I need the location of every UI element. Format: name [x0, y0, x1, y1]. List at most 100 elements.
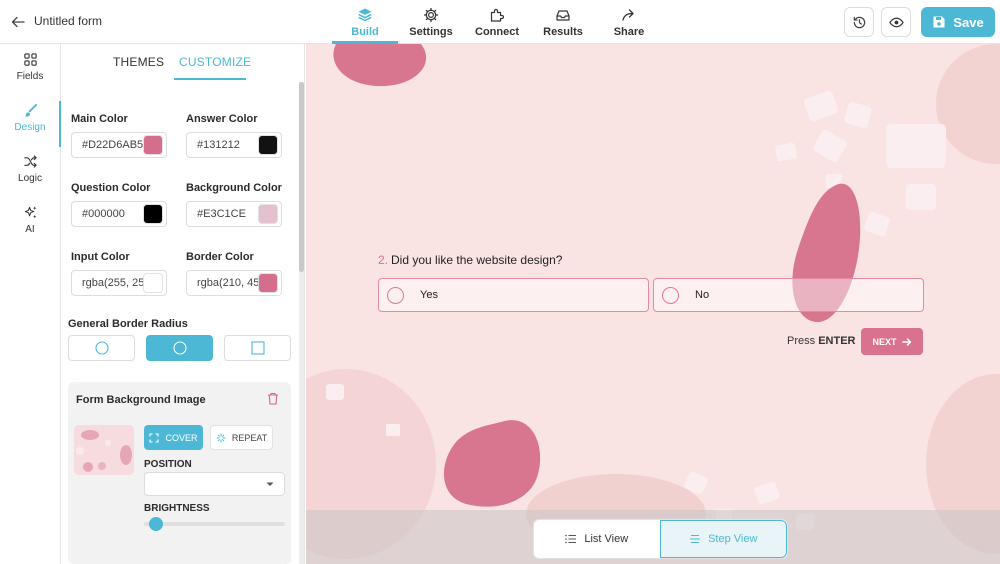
tab-build[interactable]: Build	[332, 0, 398, 44]
list-icon	[565, 534, 577, 544]
radius-option-round[interactable]	[68, 335, 135, 361]
puzzle-icon	[490, 8, 505, 22]
main-color-label: Main Color	[71, 113, 128, 125]
next-button-label: NEXT	[872, 336, 897, 347]
input-color-label: Input Color	[71, 251, 130, 263]
border-color-label: Border Color	[186, 251, 254, 263]
input-color-input[interactable]: rgba(255, 25	[71, 270, 167, 296]
eye-icon	[888, 17, 904, 27]
answer-color-input[interactable]: #131212	[186, 132, 282, 158]
panel-tabs: THEMES CUSTOMIZE	[61, 44, 304, 82]
question-color-swatch[interactable]	[143, 204, 163, 224]
press-text: Press	[787, 335, 816, 347]
brightness-slider-track[interactable]	[144, 522, 285, 526]
step-icon	[690, 534, 701, 544]
position-select[interactable]	[144, 472, 285, 496]
rail-item-ai[interactable]: AI	[0, 205, 60, 251]
press-enter-hint: Press ENTER	[787, 335, 855, 347]
question-color-input[interactable]: #000000	[71, 201, 167, 227]
trash-icon[interactable]	[267, 392, 279, 410]
left-rail: Fields Design Logic AI	[0, 44, 61, 564]
question-label: Did you like the website design?	[391, 253, 563, 267]
background-thumbnail[interactable]	[74, 425, 134, 475]
background-color-field: Background Color #E3C1CE	[186, 182, 282, 227]
brightness-label: BRIGHTNESS	[144, 503, 210, 514]
history-icon	[853, 16, 865, 28]
rail-item-logic-label: Logic	[18, 173, 42, 184]
save-button-label: Save	[953, 14, 984, 30]
radio-circle-icon	[387, 286, 404, 304]
tab-build-label: Build	[351, 26, 379, 38]
form-title[interactable]: Untitled form	[34, 14, 102, 28]
radius-option-square[interactable]	[224, 335, 291, 361]
input-color-swatch[interactable]	[143, 273, 163, 293]
active-tab-indicator	[174, 78, 246, 80]
border-radius-label: General Border Radius	[68, 318, 188, 330]
answer-color-field: Answer Color #131212	[186, 113, 282, 158]
tab-share[interactable]: Share	[596, 0, 662, 44]
next-button[interactable]: NEXT	[861, 328, 923, 355]
arrow-right-icon	[901, 337, 911, 346]
tab-settings[interactable]: Settings	[398, 0, 464, 44]
preview-button[interactable]	[881, 7, 911, 37]
position-label: POSITION	[144, 459, 192, 470]
background-color-swatch[interactable]	[258, 204, 278, 224]
list-view-button[interactable]: List View	[534, 520, 660, 558]
tab-customize[interactable]: CUSTOMIZE	[179, 55, 251, 69]
answer-label: Yes	[420, 289, 438, 301]
tab-connect[interactable]: Connect	[464, 0, 530, 44]
share-icon	[622, 9, 634, 21]
stack-icon	[358, 8, 372, 22]
radius-option-rounded[interactable]	[146, 335, 213, 361]
radio-circle-icon	[662, 286, 679, 304]
answer-label: No	[695, 289, 710, 301]
answer-color-swatch[interactable]	[258, 135, 278, 155]
brightness-slider-thumb[interactable]	[149, 517, 163, 531]
panel-scrollbar-thumb[interactable]	[299, 82, 304, 272]
question-color-value: #000000	[82, 208, 125, 220]
main-color-field: Main Color #D22D6AB5	[71, 113, 167, 158]
view-toggle: List View Step View	[533, 519, 788, 559]
question-number: 2.	[378, 253, 389, 267]
brush-icon	[24, 103, 37, 117]
chevron-down-icon	[266, 482, 274, 486]
tab-themes[interactable]: THEMES	[113, 55, 164, 69]
main-color-swatch[interactable]	[143, 135, 163, 155]
top-bar: Untitled form Build Settings Connect Res…	[0, 0, 1000, 44]
circle-outline-icon	[172, 341, 187, 355]
cover-button[interactable]: COVER	[144, 425, 203, 450]
rail-item-fields[interactable]: Fields	[0, 52, 60, 98]
tab-share-label: Share	[613, 26, 645, 38]
sparkle-icon	[24, 206, 36, 219]
main-color-input[interactable]: #D22D6AB5	[71, 132, 167, 158]
save-button[interactable]: Save	[921, 7, 995, 37]
background-color-input[interactable]: #E3C1CE	[186, 201, 282, 227]
floppy-icon	[933, 16, 945, 28]
repeat-icon	[216, 433, 226, 442]
step-view-button[interactable]: Step View	[659, 520, 787, 558]
rail-item-ai-label: AI	[25, 224, 35, 235]
answer-option-yes[interactable]: Yes	[378, 278, 649, 312]
back-arrow-icon[interactable]	[8, 12, 28, 32]
shuffle-icon	[23, 155, 37, 168]
tab-results[interactable]: Results	[530, 0, 596, 44]
step-view-label: Step View	[708, 533, 758, 545]
question-color-label: Question Color	[71, 182, 151, 194]
list-view-label: List View	[584, 533, 629, 545]
rail-item-logic[interactable]: Logic	[0, 154, 60, 200]
border-color-input[interactable]: rgba(210, 45	[186, 270, 282, 296]
history-button[interactable]	[844, 7, 874, 37]
border-color-swatch[interactable]	[258, 273, 278, 293]
tab-connect-label: Connect	[475, 26, 519, 38]
grid-icon	[23, 53, 37, 66]
repeat-button-label: REPEAT	[231, 432, 268, 443]
border-color-value: rgba(210, 45	[197, 277, 258, 289]
input-color-value: rgba(255, 25	[82, 277, 143, 289]
rail-item-design[interactable]: Design	[0, 101, 61, 149]
background-color-value: #E3C1CE	[197, 208, 246, 220]
main-nav: Build Settings Connect Results Share	[332, 0, 662, 44]
repeat-button[interactable]: REPEAT	[210, 425, 273, 450]
answer-option-no[interactable]: No	[653, 278, 924, 312]
question-color-field: Question Color #000000	[71, 182, 167, 227]
answer-color-value: #131212	[197, 139, 240, 151]
